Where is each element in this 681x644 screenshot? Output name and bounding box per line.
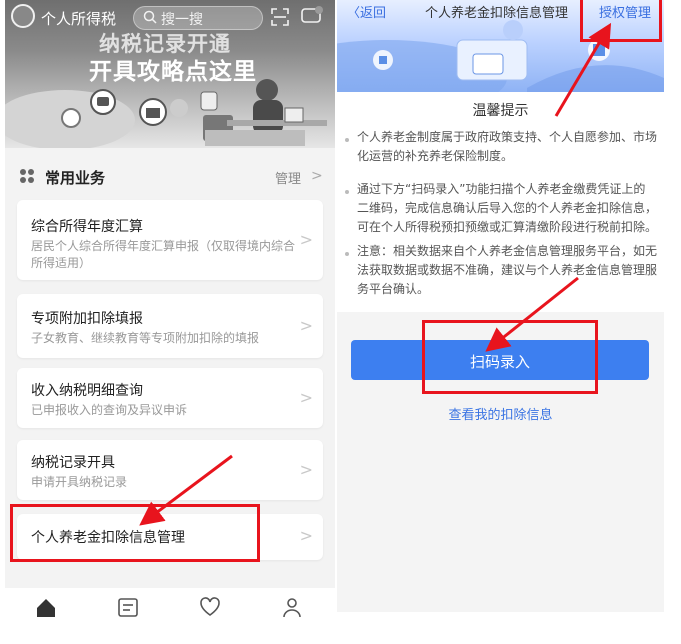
service-description: 居民个人综合所得年度汇算申报（仅取得境内综合所得适用） (31, 239, 296, 270)
chevron-right-icon: > (299, 526, 313, 545)
banner-headline: 开具攻略点这里 (89, 59, 257, 85)
service-title: 专项附加扣除填报 (31, 311, 143, 327)
service-description: 申请开具纳税记录 (31, 475, 128, 489)
highlight-box-pension-card (10, 504, 260, 562)
section-title: 常用业务 (45, 169, 106, 187)
service-title: 收入纳税明细查询 (31, 383, 143, 399)
top-bar: 个人所得税 搜一搜 (5, 0, 335, 34)
notice-paragraph: 通过下方“扫码录入”功能扫描个人养老金缴费凭证上的二维码，完成信息确认后导入您的… (357, 182, 658, 234)
app-title: 个人所得税 (41, 10, 117, 28)
notice-paragraph: 个人养老金制度属于政府政策支持、个人自愿参加、市场化运营的补充养老保险制度。 (357, 130, 658, 163)
grid-dots-icon (20, 169, 34, 183)
chevron-right-icon: > (299, 316, 313, 335)
chevron-right-icon: > (299, 388, 313, 407)
view-deduction-info-link[interactable]: 查看我的扣除信息 (337, 404, 664, 423)
search-icon (143, 10, 157, 24)
bullet-dot (345, 190, 349, 194)
scan-icon[interactable] (271, 8, 289, 26)
notice-paragraph: 注意：相关数据来自个人养老金信息管理服务平台，如无法获取数据或数据不准确，建议与… (357, 244, 658, 296)
notice-title: 温馨提示 (472, 103, 529, 119)
chevron-right-icon: > (299, 460, 313, 479)
bullet-dot (345, 138, 349, 142)
highlight-box-auth-link (580, 0, 662, 42)
service-card-tax-record[interactable]: 纳税记录开具 申请开具纳税记录 > (17, 440, 323, 500)
chevron-right-icon: > (299, 230, 313, 249)
home-icon[interactable] (35, 596, 57, 618)
service-description: 子女教育、继续教育等专项附加扣除的填报 (31, 331, 260, 345)
heart-icon[interactable] (199, 596, 221, 618)
service-card-income-query[interactable]: 收入纳税明细查询 已申报收入的查询及异议申诉 > (17, 368, 323, 428)
service-title: 纳税记录开具 (31, 455, 115, 471)
highlight-box-scan-button (422, 320, 598, 394)
search-placeholder: 搜一搜 (161, 12, 203, 28)
page-title: 个人养老金扣除信息管理 (425, 6, 569, 21)
back-button[interactable]: 〈返回 (347, 2, 386, 21)
service-card-annual-reconciliation[interactable]: 综合所得年度汇算 居民个人综合所得年度汇算申报（仅取得境内综合所得适用） > (17, 200, 323, 280)
user-icon[interactable] (281, 596, 303, 618)
service-title: 综合所得年度汇算 (31, 219, 143, 235)
service-description: 已申报收入的查询及异议申诉 (31, 403, 188, 417)
service-card-special-deduction[interactable]: 专项附加扣除填报 子女教育、继续教育等专项附加扣除的填报 > (17, 294, 323, 358)
message-icon[interactable] (301, 6, 323, 26)
manage-link[interactable]: 管理 (275, 168, 301, 187)
list-icon[interactable] (117, 596, 139, 618)
bottom-nav (5, 588, 335, 644)
chevron-right-icon: > (311, 168, 323, 184)
tax-app-logo-icon (11, 4, 35, 28)
promo-banner[interactable]: 纳税记录开通 开具攻略点这里 个人所得税 搜一搜 (5, 0, 335, 148)
bullet-dot (345, 252, 349, 256)
